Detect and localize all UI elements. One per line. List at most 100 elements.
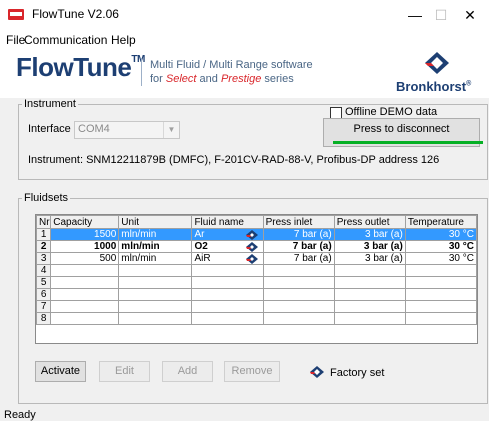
- column-header[interactable]: Press outlet: [333, 215, 406, 229]
- table-row[interactable]: 4: [35, 264, 478, 277]
- column-header[interactable]: Fluid name: [191, 215, 264, 229]
- press-outlet-cell-text: 3 bar (a): [365, 253, 403, 264]
- temperature-cell[interactable]: [404, 300, 478, 313]
- close-icon[interactable]: ✕: [460, 5, 480, 25]
- unit-cell[interactable]: [118, 276, 193, 289]
- capacity-cell[interactable]: [50, 312, 120, 325]
- table-row[interactable]: 8: [35, 312, 478, 325]
- capacity-cell[interactable]: [50, 300, 120, 313]
- row-number[interactable]: 3: [35, 252, 52, 265]
- activate-button[interactable]: Activate: [35, 361, 86, 382]
- table-header-row: Nr Capacity Unit Fluid name Press inlet …: [35, 215, 478, 229]
- unit-cell[interactable]: mln/min: [118, 252, 193, 265]
- press-inlet-cell[interactable]: [262, 264, 335, 277]
- minimize-icon[interactable]: —: [405, 5, 425, 25]
- interface-label: Interface: [28, 123, 71, 135]
- capacity-cell[interactable]: 500: [50, 252, 120, 265]
- offline-demo-label: Offline DEMO data: [345, 106, 438, 118]
- menu-communication[interactable]: Communication: [24, 33, 107, 47]
- row-number-text: 4: [40, 265, 47, 276]
- column-header[interactable]: Press inlet: [262, 215, 335, 229]
- row-number[interactable]: 8: [35, 312, 52, 325]
- status-text: Ready: [4, 409, 36, 421]
- factory-set-icon: [245, 254, 258, 264]
- table-row[interactable]: 1 1500 mln/min Ar 7 bar (a) 3 bar (a) 30 °C: [35, 228, 478, 241]
- row-number-text: 6: [40, 289, 47, 300]
- column-header[interactable]: Unit: [118, 215, 193, 229]
- flowtune-logo: FlowTuneTM: [16, 52, 145, 82]
- press-inlet-cell[interactable]: 7 bar (a): [262, 228, 335, 241]
- temperature-cell[interactable]: 30 °C: [404, 252, 478, 265]
- press-inlet-cell[interactable]: [262, 288, 335, 301]
- app-icon: [8, 9, 24, 20]
- edit-button[interactable]: Edit: [99, 361, 150, 382]
- row-number[interactable]: 6: [35, 288, 52, 301]
- row-number[interactable]: 4: [35, 264, 52, 277]
- row-number[interactable]: 1: [35, 228, 52, 241]
- fluid-name-cell[interactable]: [191, 312, 264, 325]
- row-number[interactable]: 5: [35, 276, 52, 289]
- press-inlet-cell[interactable]: 7 bar (a): [262, 240, 335, 253]
- press-inlet-cell[interactable]: [262, 312, 335, 325]
- temperature-cell[interactable]: 30 °C: [404, 228, 478, 241]
- row-number[interactable]: 7: [35, 300, 52, 313]
- fluid-name-cell[interactable]: [191, 264, 264, 277]
- press-outlet-cell[interactable]: [333, 300, 406, 313]
- press-outlet-cell[interactable]: [333, 276, 406, 289]
- table-row[interactable]: 5: [35, 276, 478, 289]
- maximize-icon[interactable]: ☐: [431, 5, 451, 25]
- unit-cell[interactable]: mln/min: [118, 228, 193, 241]
- temperature-cell[interactable]: [404, 276, 478, 289]
- row-number-text: 3: [40, 253, 47, 264]
- capacity-cell-text: 1500: [94, 229, 117, 240]
- temperature-cell[interactable]: 30 °C: [404, 240, 478, 253]
- column-header[interactable]: Nr: [35, 215, 52, 229]
- unit-cell[interactable]: [118, 312, 193, 325]
- press-outlet-cell[interactable]: 3 bar (a): [333, 252, 406, 265]
- press-outlet-cell[interactable]: 3 bar (a): [333, 240, 406, 253]
- fluid-name-cell[interactable]: O2: [191, 240, 264, 253]
- fluid-name-cell[interactable]: [191, 276, 264, 289]
- table-row[interactable]: 6: [35, 288, 478, 301]
- table-row[interactable]: 7: [35, 300, 478, 313]
- capacity-cell[interactable]: [50, 288, 120, 301]
- fluid-name-cell[interactable]: Ar: [191, 228, 264, 241]
- capacity-cell[interactable]: 1000: [50, 240, 120, 253]
- fluid-name-cell[interactable]: [191, 300, 264, 313]
- divider: [141, 58, 142, 86]
- menu-help[interactable]: Help: [111, 33, 136, 47]
- capacity-cell[interactable]: [50, 264, 120, 277]
- fluid-name-cell[interactable]: [191, 288, 264, 301]
- press-outlet-cell[interactable]: 3 bar (a): [333, 228, 406, 241]
- capacity-cell[interactable]: 1500: [50, 228, 120, 241]
- add-button[interactable]: Add: [162, 361, 213, 382]
- press-outlet-cell[interactable]: [333, 264, 406, 277]
- press-inlet-cell-text: 7 bar (a): [293, 229, 332, 240]
- column-header[interactable]: Capacity: [50, 215, 120, 229]
- temperature-cell[interactable]: [404, 288, 478, 301]
- temperature-cell[interactable]: [404, 264, 478, 277]
- press-outlet-cell[interactable]: [333, 288, 406, 301]
- press-inlet-cell[interactable]: [262, 276, 335, 289]
- row-number[interactable]: 2: [35, 240, 52, 253]
- interface-select[interactable]: COM4 ▼: [74, 121, 180, 139]
- table-row[interactable]: 3 500 mln/min AiR 7 bar (a) 3 bar (a) 30 °C: [35, 252, 478, 265]
- disconnect-button[interactable]: Press to disconnect: [323, 118, 483, 147]
- factory-set-icon: [245, 230, 258, 240]
- unit-cell[interactable]: [118, 300, 193, 313]
- tagline-series: for Select and Prestige series: [150, 73, 294, 85]
- menu-file[interactable]: File: [6, 33, 25, 47]
- temperature-cell[interactable]: [404, 312, 478, 325]
- capacity-cell[interactable]: [50, 276, 120, 289]
- unit-cell[interactable]: [118, 264, 193, 277]
- remove-button[interactable]: Remove: [224, 361, 280, 382]
- unit-cell[interactable]: [118, 288, 193, 301]
- press-inlet-cell[interactable]: [262, 300, 335, 313]
- table-row[interactable]: 2 1000 mln/min O2 7 bar (a) 3 bar (a) 30 °C: [35, 240, 478, 253]
- press-outlet-cell[interactable]: [333, 312, 406, 325]
- fluidsets-group-label: Fluidsets: [22, 192, 71, 204]
- press-inlet-cell[interactable]: 7 bar (a): [262, 252, 335, 265]
- column-header[interactable]: Temperature: [404, 215, 478, 229]
- fluid-name-cell[interactable]: AiR: [191, 252, 264, 265]
- unit-cell[interactable]: mln/min: [118, 240, 193, 253]
